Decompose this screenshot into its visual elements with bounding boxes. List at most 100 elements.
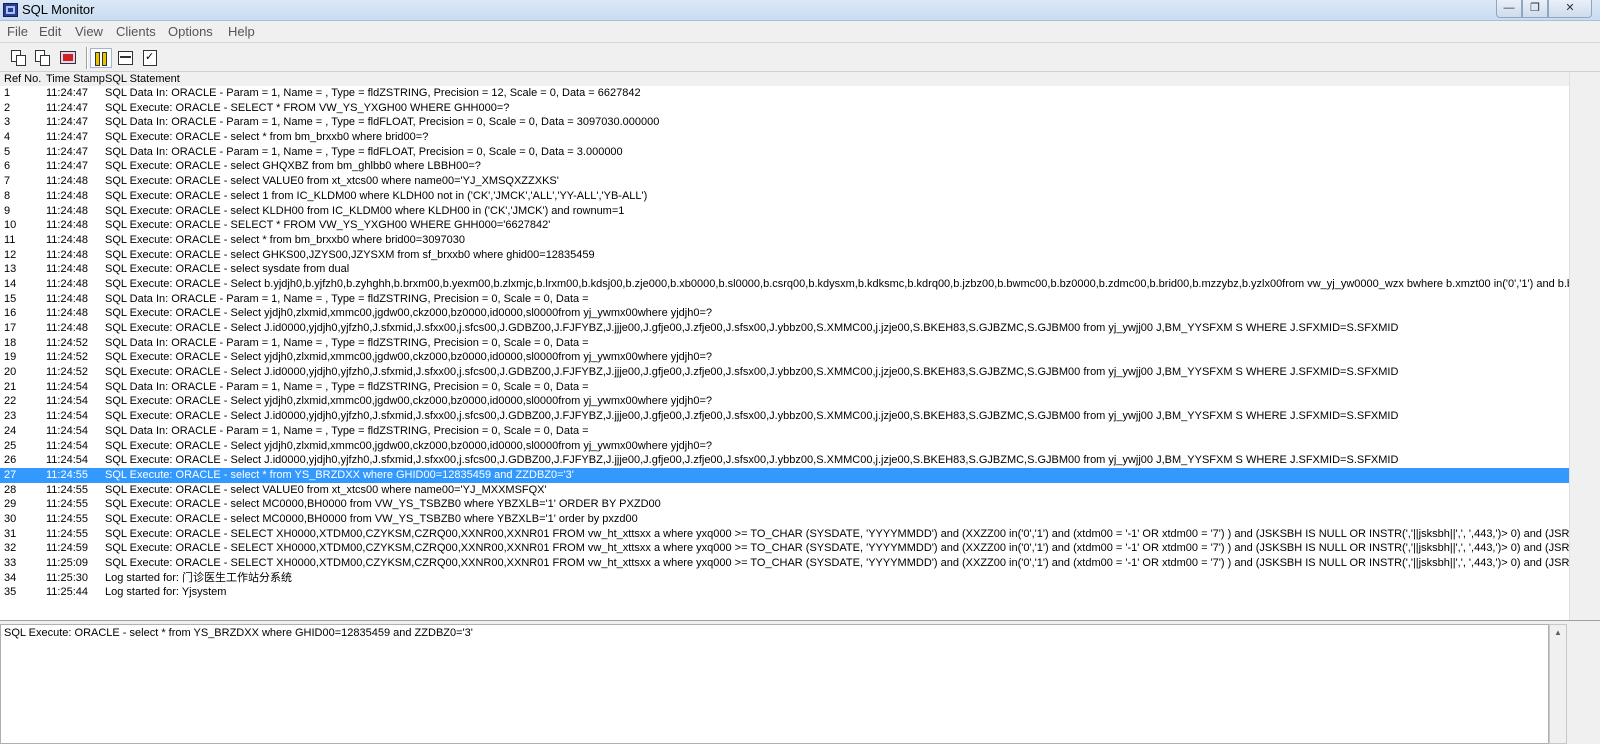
timestamp-cell: 11:24:55 bbox=[46, 498, 89, 511]
ref-cell: 34 bbox=[4, 571, 17, 584]
detail-scrollbar[interactable]: ▲ bbox=[1549, 624, 1567, 744]
list-header: Ref No. Time Stamp SQL Statement bbox=[0, 72, 1569, 86]
menu-options[interactable]: Options bbox=[168, 24, 213, 39]
trace-options-icon[interactable] bbox=[57, 48, 79, 68]
sql-log-list[interactable]: Ref No. Time Stamp SQL Statement 1 11:24:… bbox=[0, 72, 1569, 620]
menu-help[interactable]: Help bbox=[228, 24, 255, 39]
table-row[interactable]: 27 11:24:55 SQL Execute: ORACLE - select *… bbox=[0, 467, 1569, 483]
table-row[interactable]: 8 11:24:48 SQL Execute: ORACLE - select 1 … bbox=[0, 189, 1569, 204]
ref-cell: 5 bbox=[4, 145, 11, 158]
sql-statement-cell: SQL Execute: ORACLE - Select J.id0000,yj… bbox=[105, 322, 1399, 334]
ref-cell: 23 bbox=[4, 410, 17, 423]
table-row[interactable]: 10 11:24:48 SQL Execute: ORACLE - SELECT *… bbox=[0, 218, 1569, 233]
table-row[interactable]: 3 11:24:47 SQL Data In: ORACLE - Param = 1… bbox=[0, 115, 1569, 130]
timestamp-cell: 11:24:48 bbox=[46, 292, 89, 305]
sql-statement-cell: SQL Data In: ORACLE - Param = 1, Name = … bbox=[105, 292, 589, 305]
table-row[interactable]: 15 11:24:48 SQL Data In: ORACLE - Param = … bbox=[0, 292, 1569, 307]
sql-statement-cell: SQL Execute: ORACLE - Select b.yjdjh0,b.… bbox=[105, 277, 1569, 290]
sql-statement-cell: SQL Execute: ORACLE - SELECT XH0000,XTDM… bbox=[105, 527, 1569, 540]
toolbar-separator bbox=[86, 47, 88, 69]
table-row[interactable]: 11 11:24:48 SQL Execute: ORACLE - select *… bbox=[0, 233, 1569, 248]
column-header-time-stamp[interactable]: Time Stamp bbox=[46, 72, 105, 86]
table-row[interactable]: 9 11:24:48 SQL Execute: ORACLE - select KL… bbox=[0, 204, 1569, 219]
menu-view[interactable]: View bbox=[75, 24, 103, 39]
pause-icon[interactable] bbox=[90, 48, 112, 68]
table-row[interactable]: 14 11:24:48 SQL Execute: ORACLE - Select b… bbox=[0, 277, 1569, 292]
ref-cell: 33 bbox=[4, 557, 17, 569]
ref-cell: 3 bbox=[4, 116, 11, 129]
ref-cell: 27 bbox=[4, 468, 17, 481]
save-log-icon[interactable] bbox=[8, 48, 30, 68]
sql-statement-cell: SQL Data In: ORACLE - Param = 1, Name = … bbox=[105, 336, 589, 349]
scroll-up-arrow-icon[interactable]: ▲ bbox=[1554, 628, 1562, 637]
table-row[interactable]: 21 11:24:54 SQL Data In: ORACLE - Param = … bbox=[0, 380, 1569, 395]
timestamp-cell: 11:24:48 bbox=[46, 322, 89, 334]
ref-cell: 10 bbox=[4, 219, 17, 232]
table-row[interactable]: 20 11:24:52 SQL Execute: ORACLE - Select J… bbox=[0, 365, 1569, 380]
table-row[interactable]: 4 11:24:47 SQL Execute: ORACLE - select * … bbox=[0, 130, 1569, 145]
menu-clients[interactable]: Clients bbox=[116, 24, 156, 39]
table-row[interactable]: 23 11:24:54 SQL Execute: ORACLE - Select J… bbox=[0, 409, 1569, 424]
copy-icon[interactable] bbox=[32, 48, 54, 68]
ref-cell: 14 bbox=[4, 277, 17, 290]
table-row[interactable]: 19 11:24:52 SQL Execute: ORACLE - Select y… bbox=[0, 350, 1569, 365]
table-row[interactable]: 16 11:24:48 SQL Execute: ORACLE - Select y… bbox=[0, 306, 1569, 321]
timestamp-cell: 11:24:54 bbox=[46, 410, 89, 423]
timestamp-cell: 11:24:48 bbox=[46, 219, 89, 232]
timestamp-cell: 11:24:47 bbox=[46, 145, 89, 158]
column-header-ref-no[interactable]: Ref No. bbox=[4, 72, 41, 86]
ref-cell: 26 bbox=[4, 454, 17, 467]
table-row[interactable]: 2 11:24:47 SQL Execute: ORACLE - SELECT * … bbox=[0, 101, 1569, 116]
sql-statement-cell: SQL Execute: ORACLE - select GHQXBZ from… bbox=[105, 160, 481, 173]
checklist-icon[interactable] bbox=[139, 48, 161, 68]
menu-edit[interactable]: Edit bbox=[39, 24, 61, 39]
table-row[interactable]: 31 11:24:55 SQL Execute: ORACLE - SELECT X… bbox=[0, 527, 1569, 542]
ref-cell: 1 bbox=[4, 87, 11, 99]
timestamp-cell: 11:24:48 bbox=[46, 204, 89, 217]
sql-statement-cell: SQL Execute: ORACLE - select * from bm_b… bbox=[105, 131, 429, 144]
sql-statement-cell: SQL Execute: ORACLE - Select yjdjh0,zlxm… bbox=[105, 395, 713, 408]
table-row[interactable]: 17 11:24:48 SQL Execute: ORACLE - Select J… bbox=[0, 321, 1569, 336]
table-row[interactable]: 35 11:25:44 Log started for: Yjsystem bbox=[0, 585, 1569, 600]
table-row[interactable]: 32 11:24:59 SQL Execute: ORACLE - SELECT X… bbox=[0, 541, 1569, 556]
timestamp-cell: 11:24:55 bbox=[46, 512, 89, 525]
table-row[interactable]: 24 11:24:54 SQL Data In: ORACLE - Param = … bbox=[0, 424, 1569, 439]
title-bar[interactable]: SQL Monitor — ❐ ✕ bbox=[0, 0, 1600, 21]
table-row[interactable]: 30 11:24:55 SQL Execute: ORACLE - select M… bbox=[0, 512, 1569, 527]
statement-detail-pane[interactable]: SQL Execute: ORACLE - select * from YS_B… bbox=[0, 624, 1549, 744]
timestamp-cell: 11:24:47 bbox=[46, 116, 89, 129]
ref-cell: 25 bbox=[4, 439, 17, 452]
sql-statement-cell: SQL Execute: ORACLE - select GHKS00,JZYS… bbox=[105, 248, 595, 261]
table-row[interactable]: 1 11:24:47 SQL Data In: ORACLE - Param = 1… bbox=[0, 86, 1569, 101]
ref-cell: 4 bbox=[4, 131, 11, 144]
table-row[interactable]: 6 11:24:47 SQL Execute: ORACLE - select GH… bbox=[0, 159, 1569, 174]
ref-cell: 22 bbox=[4, 395, 17, 408]
timestamp-cell: 11:24:54 bbox=[46, 380, 89, 393]
table-row[interactable]: 29 11:24:55 SQL Execute: ORACLE - select M… bbox=[0, 497, 1569, 512]
table-row[interactable]: 25 11:24:54 SQL Execute: ORACLE - Select y… bbox=[0, 439, 1569, 454]
column-header-sql-statement[interactable]: SQL Statement bbox=[105, 72, 180, 86]
timestamp-cell: 11:24:48 bbox=[46, 233, 89, 246]
minimize-button[interactable]: — bbox=[1496, 0, 1522, 18]
menu-file[interactable]: File bbox=[7, 24, 28, 39]
table-row[interactable]: 13 11:24:48 SQL Execute: ORACLE - select s… bbox=[0, 262, 1569, 277]
sql-statement-cell: Log started for: 门诊医生工作站分系统 bbox=[105, 571, 293, 584]
table-row[interactable]: 22 11:24:54 SQL Execute: ORACLE - Select y… bbox=[0, 394, 1569, 409]
ref-cell: 8 bbox=[4, 189, 11, 202]
table-row[interactable]: 28 11:24:55 SQL Execute: ORACLE - select V… bbox=[0, 483, 1569, 498]
table-row[interactable]: 26 11:24:54 SQL Execute: ORACLE - Select J… bbox=[0, 453, 1569, 468]
table-row[interactable]: 34 11:25:30 Log started for: 门诊医生工作站分系统 bbox=[0, 571, 1569, 586]
ref-cell: 19 bbox=[4, 351, 17, 364]
table-row[interactable]: 33 11:25:09 SQL Execute: ORACLE - SELECT X… bbox=[0, 556, 1569, 571]
maximize-button[interactable]: ❐ bbox=[1522, 0, 1548, 18]
table-row[interactable]: 7 11:24:48 SQL Execute: ORACLE - select VA… bbox=[0, 174, 1569, 189]
window-icon[interactable] bbox=[115, 48, 137, 68]
timestamp-cell: 11:24:48 bbox=[46, 175, 89, 188]
table-row[interactable]: 12 11:24:48 SQL Execute: ORACLE - select G… bbox=[0, 248, 1569, 263]
close-button[interactable]: ✕ bbox=[1548, 0, 1592, 18]
ref-cell: 16 bbox=[4, 307, 17, 320]
table-row[interactable]: 5 11:24:47 SQL Data In: ORACLE - Param = 1… bbox=[0, 145, 1569, 160]
menu-bar: File Edit View Clients Options Help bbox=[0, 21, 1600, 41]
table-row[interactable]: 18 11:24:52 SQL Data In: ORACLE - Param = … bbox=[0, 336, 1569, 351]
sql-statement-cell: SQL Execute: ORACLE - Select J.id0000,yj… bbox=[105, 454, 1399, 467]
